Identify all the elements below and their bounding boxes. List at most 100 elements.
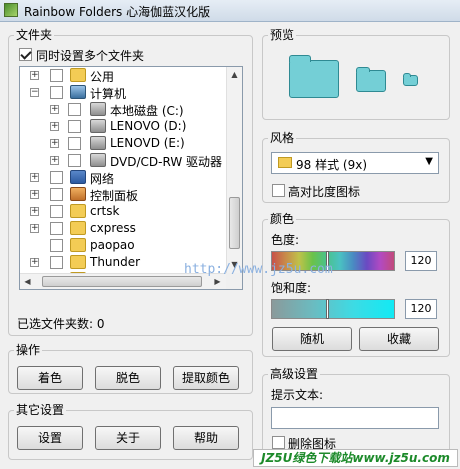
folder-icon <box>70 255 86 269</box>
tree-item-label: cxpress <box>90 221 136 235</box>
tree-item-label: LENOVD (E:) <box>110 136 185 150</box>
about-button[interactable]: 关于 <box>95 426 161 450</box>
colorize-button[interactable]: 着色 <box>17 366 83 390</box>
tree-item-checkbox[interactable] <box>50 171 63 184</box>
watermark-url: http://www.jz5u.com <box>184 262 333 277</box>
drive-icon <box>90 136 106 150</box>
expand-icon[interactable]: + <box>50 156 59 165</box>
drive-icon <box>90 119 106 133</box>
tree-item-checkbox[interactable] <box>50 256 63 269</box>
tree-item-label: LENOVO (D:) <box>110 119 187 133</box>
tree-item-checkbox[interactable] <box>50 69 63 82</box>
preview-folder-medium <box>356 67 386 92</box>
tree-item-drive-e[interactable]: + LENOVD (E:) <box>20 135 230 152</box>
preview-group-label: 预览 <box>268 28 297 42</box>
tree-item-network[interactable]: + 网络 <box>20 169 230 186</box>
tree-item-public[interactable]: + 公用 <box>20 67 230 84</box>
other-settings-group-label: 其它设置 <box>14 403 67 417</box>
tree-item-label: Thunder <box>90 255 141 269</box>
folder-tab <box>403 73 411 77</box>
expand-icon[interactable]: + <box>50 139 59 148</box>
tree-item-label: crtsk <box>90 204 120 218</box>
scroll-up-icon[interactable]: ▲ <box>227 67 242 82</box>
folders-group-label: 文件夹 <box>14 28 55 42</box>
scroll-thumb[interactable] <box>229 197 240 249</box>
expand-icon[interactable]: + <box>50 122 59 131</box>
tree-item-cxpress[interactable]: + cxpress <box>20 220 230 237</box>
high-contrast-checkbox[interactable] <box>272 184 285 197</box>
collapse-icon[interactable]: − <box>30 88 39 97</box>
tree-item-checkbox[interactable] <box>50 222 63 235</box>
network-icon <box>70 170 86 184</box>
color-group-label: 颜色 <box>268 212 297 226</box>
high-contrast-label[interactable]: 高对比度图标 <box>288 183 360 200</box>
tree-item-drive-d[interactable]: + LENOVO (D:) <box>20 118 230 135</box>
random-button[interactable]: 随机 <box>272 327 352 351</box>
tip-text-label: 提示文本: <box>271 388 324 402</box>
folder-tree[interactable]: + 公用 − 计算机 + 本地磁盘 (C:) + LENOVO (D:) + L… <box>19 66 243 290</box>
saturation-value[interactable]: 120 <box>405 299 437 319</box>
tree-item-label: 公用 <box>90 70 115 84</box>
tree-item-label: paopao <box>90 238 135 252</box>
app-icon <box>4 3 18 17</box>
tree-item-control-panel[interactable]: + 控制面板 <box>20 186 230 203</box>
folder-icon <box>70 221 86 235</box>
tree-item-checkbox[interactable] <box>50 86 63 99</box>
preview-folder-small <box>403 73 418 86</box>
saturation-marker[interactable] <box>326 299 329 319</box>
multi-select-label[interactable]: 同时设置多个文件夹 <box>36 47 144 64</box>
actions-group-label: 操作 <box>14 343 43 357</box>
tree-item-drive-c[interactable]: + 本地磁盘 (C:) <box>20 101 230 118</box>
multi-select-checkbox[interactable] <box>19 48 32 61</box>
saturation-label: 饱和度: <box>271 281 312 295</box>
tree-item-checkbox[interactable] <box>68 103 81 116</box>
folder-icon <box>70 238 86 252</box>
tree-item-crtsk[interactable]: + crtsk <box>20 203 230 220</box>
settings-button[interactable]: 设置 <box>17 426 83 450</box>
decolor-button[interactable]: 脱色 <box>95 366 161 390</box>
tree-item-checkbox[interactable] <box>50 205 63 218</box>
watermark-badge: JZ5U绿色下载站www.jz5u.com <box>253 449 458 467</box>
tree-item-label: 本地磁盘 (C:) <box>110 104 184 118</box>
extract-color-button[interactable]: 提取颜色 <box>173 366 239 390</box>
hue-value[interactable]: 120 <box>405 251 437 271</box>
tree-item-checkbox[interactable] <box>68 120 81 133</box>
tree-vertical-scrollbar[interactable]: ▲ ▼ <box>226 67 242 273</box>
computer-icon <box>70 85 86 99</box>
tree-item-checkbox[interactable] <box>68 137 81 150</box>
tip-text-input[interactable] <box>271 407 439 429</box>
chevron-down-icon[interactable]: ▼ <box>425 156 433 167</box>
folder-tab <box>356 67 370 72</box>
style-dropdown-value: 98 样式 (9x) <box>296 158 367 172</box>
style-dropdown[interactable]: 98 样式 (9x) ▼ <box>271 152 439 174</box>
expand-icon[interactable]: + <box>30 71 39 80</box>
folder-tab <box>289 55 311 62</box>
tree-item-checkbox[interactable] <box>68 154 81 167</box>
expand-icon[interactable]: + <box>30 207 39 216</box>
dvd-icon <box>90 153 106 167</box>
saturation-slider[interactable] <box>271 299 395 319</box>
tree-item-checkbox[interactable] <box>50 188 63 201</box>
tree-item-paopao[interactable]: paopao <box>20 237 230 254</box>
tree-item-checkbox[interactable] <box>50 239 63 252</box>
control-panel-icon <box>70 187 86 201</box>
expand-icon[interactable]: + <box>30 190 39 199</box>
scroll-thumb[interactable] <box>42 276 202 287</box>
favorites-button[interactable]: 收藏 <box>359 327 439 351</box>
tree-item-label: 计算机 <box>90 87 127 101</box>
folder-icon <box>278 157 292 168</box>
selected-count: 已选文件夹数: 0 <box>17 317 105 331</box>
hue-label: 色度: <box>271 233 300 247</box>
tree-item-label: 控制面板 <box>90 189 139 203</box>
expand-icon[interactable]: + <box>30 224 39 233</box>
delete-icon-checkbox[interactable] <box>272 436 285 449</box>
title-bar[interactable]: Rainbow Folders 心海伽蓝汉化版 <box>0 0 460 22</box>
scroll-left-icon[interactable]: ◀ <box>20 274 35 289</box>
expand-icon[interactable]: + <box>50 105 59 114</box>
expand-icon[interactable]: + <box>30 258 39 267</box>
help-button[interactable]: 帮助 <box>173 426 239 450</box>
tree-item-computer[interactable]: − 计算机 <box>20 84 230 101</box>
tree-item-dvd[interactable]: + DVD/CD-RW 驱动器 (G <box>20 152 240 169</box>
folder-icon <box>70 68 86 82</box>
expand-icon[interactable]: + <box>30 173 39 182</box>
